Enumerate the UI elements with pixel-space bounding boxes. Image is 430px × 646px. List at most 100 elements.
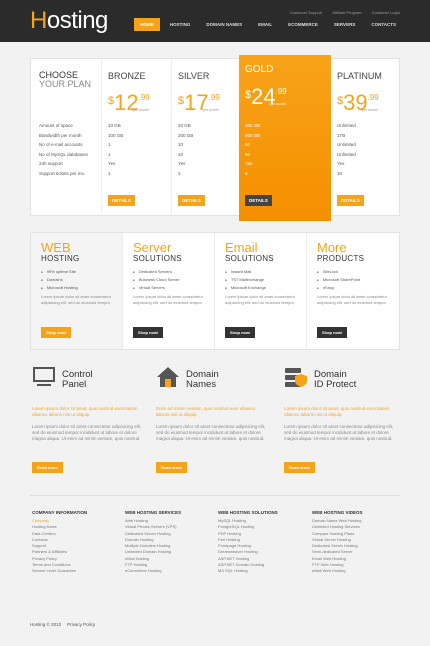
price-cents: .99 [367,93,379,102]
shop-now-button[interactable]: Shop now! [133,327,164,338]
nav-domain-names[interactable]: DOMAIN NAMES [200,18,248,31]
top-link-affiliate[interactable]: Affiliate Program [332,10,362,15]
plan-value: Yes [337,161,345,166]
feature-title-line2: ID Protect [314,379,357,390]
service-email-solutions: Email SOLUTIONS Instant Mail TST Mailexc… [215,233,307,349]
feature-lead: Lorem ipsum dolor sit amet, quis nostrud… [284,406,390,417]
pricing-table: CHOOSE YOUR PLAN Amount of space Bandwid… [30,55,400,221]
feature-title: Control Panel [62,370,93,390]
shop-now-button[interactable]: Shop now! [225,327,256,338]
read-more-button[interactable]: Read more [32,462,63,473]
price-period: /per month [202,108,219,112]
footer-column-hosting-solutions: WEB HOSTING SOLUTIONS MySQL Hosting Post… [218,510,308,575]
nav-hosting[interactable]: HOSTING [164,18,197,31]
feature-domain-id-protect: Domain ID Protect Lorem ipsum dolor sit a… [284,366,399,476]
details-button[interactable]: DETAILS [245,195,272,206]
nav-servers[interactable]: SERVERS [328,18,361,31]
feature-title-line2: Names [186,379,217,390]
top-link-login[interactable]: Customer Login [372,10,400,15]
price-cents: .99 [138,93,150,102]
plan-value: 100 GB [108,132,124,138]
details-button[interactable]: DETAILS [108,195,135,206]
list-item: 99% uptime Site [41,268,112,276]
plan-value: 3 [178,170,181,176]
plan-price: $24.99/per month [245,83,287,111]
plan-value: Yes [245,161,253,166]
list-item: Business Cloud Server [133,276,204,284]
list-item: Microsoft Exchange [225,284,296,292]
service-description: Lorem ipsum dolor sit amet consectetur a… [41,294,112,305]
row-label: Amount of space [39,123,73,128]
plan-value: 50 [245,142,251,147]
list-item: Microsoft Hosting [41,284,112,292]
choose-plan-heading: CHOOSE YOUR PLAN [39,71,91,89]
plan-value: Unlimited [337,151,356,157]
copyright-text: Hosting © 2012 [30,622,62,627]
plan-column-gold: GOLD $24.99/per month 100 GB 400 GB 50 5… [239,55,331,221]
plan-price: $17.99/per month [178,89,220,117]
top-links: Customer Support Affiliate Program Custo… [290,10,400,15]
plan-column-silver: SILVER $17.99/per month 20 GB 200 GB 10 … [171,59,241,217]
feature-body: Lorem ipsum dolor sit amet consectetur a… [32,424,142,441]
list-item: Dedicated Servers [133,268,204,276]
feature-lead: Enim ad minim veniam, quis nostrud exer … [156,406,256,417]
service-subtitle: SOLUTIONS [225,254,274,263]
price-whole: 12 [114,90,139,115]
list-item: Virtual Servers [133,284,204,292]
footer-heading: WEB HOSTING SERVICES [125,510,182,515]
footer-link[interactable]: eMail Web Hosting [312,568,402,574]
feature-title: Domain Names [186,370,219,390]
service-subtitle: HOSTING [41,254,80,263]
details-button[interactable]: DETAILS [178,195,205,206]
shop-now-button[interactable]: Shop now! [317,327,348,338]
plan-value: 1 [108,142,111,147]
footer-heading: WEB HOSTING VIDEOS [312,510,363,515]
footer-link[interactable]: MS SQL Hosting [218,568,308,574]
logo[interactable]: Hosting [30,7,108,35]
price-period: /per month [361,108,378,112]
read-more-button[interactable]: Read more [156,462,187,473]
service-features: Dedicated Servers Business Cloud Server … [133,268,204,292]
service-subtitle: SOLUTIONS [133,254,182,263]
plan-name: PLATINUM [337,71,382,81]
footer-link[interactable]: Service Level Guarantee [32,568,122,574]
list-item: SiteLock [317,268,389,276]
service-description: Lorem ipsum dolor sit amet consectetur a… [225,294,296,305]
nav-contacts[interactable]: CONTACTS [365,18,402,31]
service-description: Lorem ipsum dolor sit amet consectetur a… [317,294,388,305]
row-labels: Amount of space Bandwidth per month No o… [39,121,88,178]
page: Hosting Customer Support Affiliate Progr… [0,0,430,646]
plan-value: Unlimited [337,142,356,147]
nav-ecommerce[interactable]: ECOMMERCE [282,18,324,31]
nav-home[interactable]: HOME [134,18,160,31]
plan-value: 5 [245,170,248,176]
service-features: SiteLock Microsoft SharePoint eShop [317,268,389,292]
service-description: Lorem ipsum dolor sit amet consectetur a… [133,294,204,305]
plan-value: 400 GB [245,132,261,138]
shop-now-button[interactable]: Shop now! [41,327,72,338]
price-cents: .99 [208,93,220,102]
privacy-policy-link[interactable]: Privacy Policy [67,622,95,627]
details-button[interactable]: DETAILS [337,195,364,206]
read-more-button[interactable]: Read more [284,462,315,473]
plan-values: 10 GB 100 GB 1 1 Yes 1 [108,121,123,178]
services-panel: WEB HOSTING 99% uptime Site Domains Micr… [30,232,400,350]
top-link-support[interactable]: Customer Support [290,10,322,15]
plan-value: 1 [108,151,111,157]
plan-value: 1TB [337,132,346,138]
plan-value: 100 GB [245,123,261,128]
feature-domain-names: Domain Names Enim ad minim veniam, quis n… [156,366,271,476]
row-label: No of e-mail accounts [39,142,83,147]
plan-column-bronze: BRONZE $12.99/per month 10 GB 100 GB 1 1… [101,59,171,217]
plan-price: $12.99/per month [108,89,150,117]
pricing-labels-column: CHOOSE YOUR PLAN Amount of space Bandwid… [31,59,101,217]
row-label: No of MySQL databases [39,151,88,157]
service-features: Instant Mail TST Mailexchange Microsoft … [225,268,296,292]
main-nav: HOME HOSTING DOMAIN NAMES EMAIL ECOMMERC… [134,18,402,31]
service-features: 99% uptime Site Domains Microsoft Hostin… [41,268,112,292]
monitor-icon [33,367,55,386]
feature-body: Lorem ipsum dolor sit amet consectetur a… [156,424,266,441]
feature-title-line2: Panel [62,379,87,390]
nav-email[interactable]: EMAIL [252,18,278,31]
footer-link[interactable]: eCommerce Hosting [125,568,215,574]
